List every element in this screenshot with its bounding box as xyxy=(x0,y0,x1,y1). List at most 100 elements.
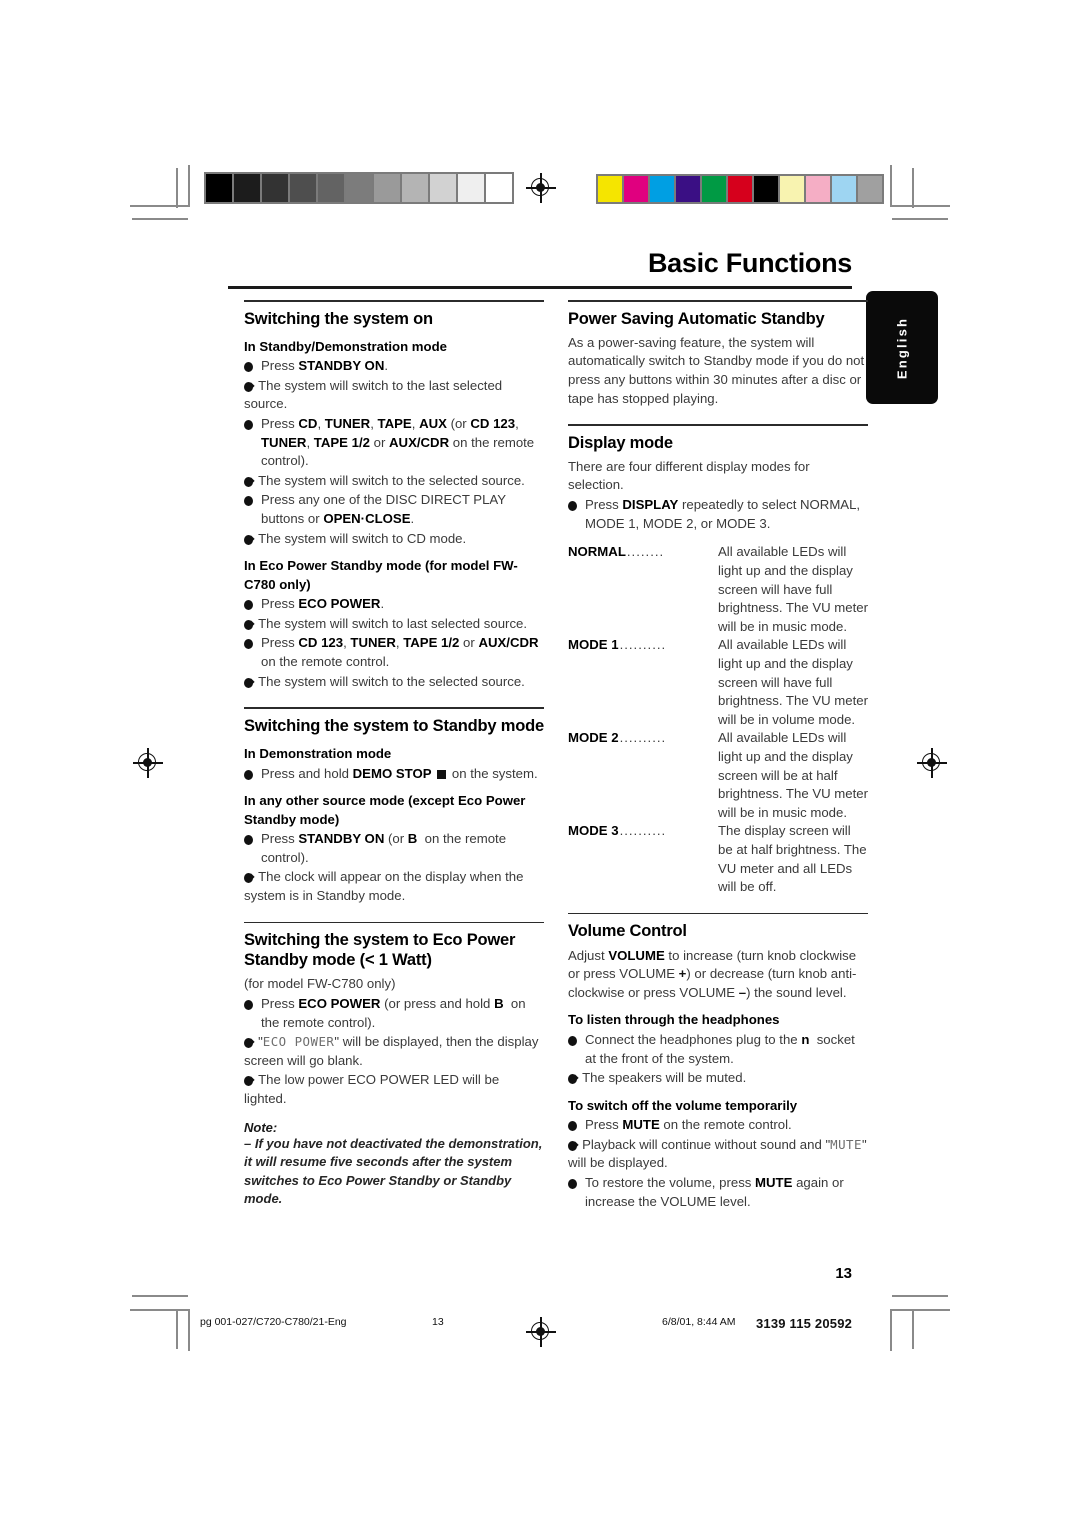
color-swatch xyxy=(598,176,622,202)
bullet-item: Press MUTE on the remote control. xyxy=(568,1116,868,1135)
definition-description: All available LEDs will light up and the… xyxy=(718,730,869,820)
color-swatch xyxy=(650,176,674,202)
right-text-column: Power Saving Automatic Standby As a power… xyxy=(568,300,868,1227)
section-heading: Switching the system on xyxy=(244,309,433,328)
arrow-item: ➔ The system will switch to CD mode. xyxy=(244,530,544,549)
color-swatch xyxy=(676,176,700,202)
arrow-text: ➔ The system will switch to last selected… xyxy=(244,615,528,631)
bullet-item: Press CD 123, TUNER, TAPE 1/2 or AUX/CDR… xyxy=(244,634,544,671)
subsection-heading: In Standby/Demonstration mode xyxy=(244,338,447,354)
arrow-text: ➔ The system will switch to CD mode. xyxy=(244,530,467,546)
body-paragraph: Adjust VOLUME to increase (turn knob clo… xyxy=(568,947,857,1000)
language-tab: English xyxy=(866,291,938,404)
arrow-item: ➔ The system will switch to the selected … xyxy=(244,472,544,491)
section-heading: Power Saving Automatic Standby xyxy=(568,309,825,328)
body-paragraph: (for model FW-C780 only) xyxy=(244,976,396,992)
language-tab-label: English xyxy=(894,316,910,379)
color-swatch xyxy=(780,176,804,202)
body-paragraph: There are four different display modes f… xyxy=(568,458,810,493)
definition-description: All available LEDs will light up and the… xyxy=(718,637,869,727)
registration-target-top xyxy=(526,173,556,203)
grayscale-swatch xyxy=(374,174,400,202)
bullet-item: Press and hold DEMO STOP on the system. xyxy=(244,765,544,784)
display-mode-definition-list: NORMAL........ All available LEDs will li… xyxy=(568,543,868,897)
bullet-text: Connect the headphones plug to the n soc… xyxy=(585,1031,855,1066)
arrow-item: ➔ The low power ECO POWER LED will be lig… xyxy=(244,1071,544,1108)
grayscale-swatch xyxy=(346,174,372,202)
bullet-text: Press CD 123, TUNER, TAPE 1/2 or AUX/CDR… xyxy=(261,635,539,670)
bullet-text: Press STANDBY ON. xyxy=(261,358,389,374)
definition-term: MODE 3 xyxy=(568,823,619,839)
arrow-item: ➔ "ECO POWER" will be displayed, then the… xyxy=(244,1033,544,1070)
crop-tick-top-right xyxy=(912,168,914,208)
content-section: Display mode There are four different dis… xyxy=(568,424,868,897)
definition-row: MODE 3.......... The display screen will … xyxy=(568,822,868,896)
bullet-item: Press ECO POWER (or press and hold B on … xyxy=(244,995,544,1032)
section-heading: Switching the system to Standby mode xyxy=(244,716,544,735)
arrow-text: ➔ The clock will appear on the display wh… xyxy=(244,869,524,903)
registration-target-right xyxy=(917,748,947,778)
definition-leader: .......... xyxy=(619,730,667,746)
bullet-item: Connect the headphones plug to the n soc… xyxy=(568,1031,868,1068)
arrow-icon: ➔ xyxy=(568,1070,580,1086)
registration-target-bottom xyxy=(526,1317,556,1347)
arrow-item: ➔ The system will switch to the last sele… xyxy=(244,377,544,414)
note-text: – If you have not deactivated the demons… xyxy=(244,1135,543,1206)
color-swatch xyxy=(702,176,726,202)
arrow-icon: ➔ xyxy=(244,869,256,885)
definition-row: MODE 2.......... All available LEDs will … xyxy=(568,729,868,822)
bullet-item: Press any one of the DISC DIRECT PLAY bu… xyxy=(244,491,544,528)
color-swatch xyxy=(858,176,882,202)
definition-description: The display screen will be at half brigh… xyxy=(718,823,867,895)
footer-file-path: pg 001-027/C720-C780/21-Eng xyxy=(200,1316,347,1328)
content-section: Volume Control Adjust VOLUME to increase … xyxy=(568,912,868,1211)
definition-row: NORMAL........ All available LEDs will li… xyxy=(568,543,868,636)
grayscale-swatch xyxy=(290,174,316,202)
definition-description: All available LEDs will light up and the… xyxy=(718,544,869,634)
subsection-heading: In Demonstration mode xyxy=(244,746,392,762)
grayscale-swatch xyxy=(318,174,344,202)
bullet-item: Press ECO POWER. xyxy=(244,595,544,614)
definition-leader: .......... xyxy=(619,637,667,653)
section-divider xyxy=(244,707,544,709)
bullet-text: Press STANDBY ON (or B on the remote con… xyxy=(261,831,507,865)
definition-term: MODE 2 xyxy=(568,730,619,746)
section-divider xyxy=(244,921,544,924)
definition-leader: ........ xyxy=(626,544,665,560)
arrow-item: ➔ The system will switch to the selected … xyxy=(244,673,544,692)
arrow-text: ➔ The system will switch to the selected … xyxy=(244,673,525,689)
grayscale-swatch xyxy=(262,174,288,202)
grayscale-swatch xyxy=(458,174,484,202)
color-calibration-bar xyxy=(596,174,884,204)
arrow-icon: ➔ xyxy=(244,530,256,546)
subsection-heading: In Eco Power Standby mode (for model FW-… xyxy=(244,558,518,592)
bullet-text: Press ECO POWER. xyxy=(261,596,385,612)
subsection-heading: In any other source mode (except Eco Pow… xyxy=(244,793,526,827)
bullet-text: Press MUTE on the remote control. xyxy=(585,1117,792,1133)
document-page: Basic Functions English Switching the sy… xyxy=(0,0,1080,1528)
crop-tick-bottom-right xyxy=(912,1309,914,1349)
bullet-text: Press CD, TUNER, TAPE, AUX (or CD 123, T… xyxy=(261,416,535,469)
bullet-text: Press any one of the DISC DIRECT PLAY bu… xyxy=(261,492,506,527)
footer-document-code: 3139 115 20592 xyxy=(756,1316,853,1331)
footer-timestamp: 6/8/01, 8:44 AM xyxy=(662,1316,736,1328)
content-section: Switching the system to Eco Power Standb… xyxy=(244,921,544,1209)
definition-row: MODE 1.......... All available LEDs will … xyxy=(568,636,868,729)
color-swatch xyxy=(832,176,856,202)
section-divider xyxy=(568,424,868,426)
bullet-text: To restore the volume, press MUTE again … xyxy=(585,1175,844,1209)
definition-term: NORMAL xyxy=(568,544,626,560)
bullet-text: Press ECO POWER (or press and hold B on … xyxy=(261,995,526,1030)
arrow-icon: ➔ xyxy=(244,673,256,689)
arrow-icon: ➔ xyxy=(244,615,256,631)
bullet-text: Press DISPLAY repeatedly to select NORMA… xyxy=(585,497,861,531)
content-section: Switching the system on In Standby/Demons… xyxy=(244,300,544,691)
color-swatch xyxy=(754,176,778,202)
registration-target-left xyxy=(133,748,163,778)
section-heading: Display mode xyxy=(568,433,673,452)
page-number: 13 xyxy=(835,1265,852,1282)
arrow-icon: ➔ xyxy=(244,1072,256,1088)
crop-tick-bottom-left xyxy=(176,1309,178,1349)
footer-page-number: 13 xyxy=(432,1316,444,1328)
grayscale-swatch xyxy=(430,174,456,202)
